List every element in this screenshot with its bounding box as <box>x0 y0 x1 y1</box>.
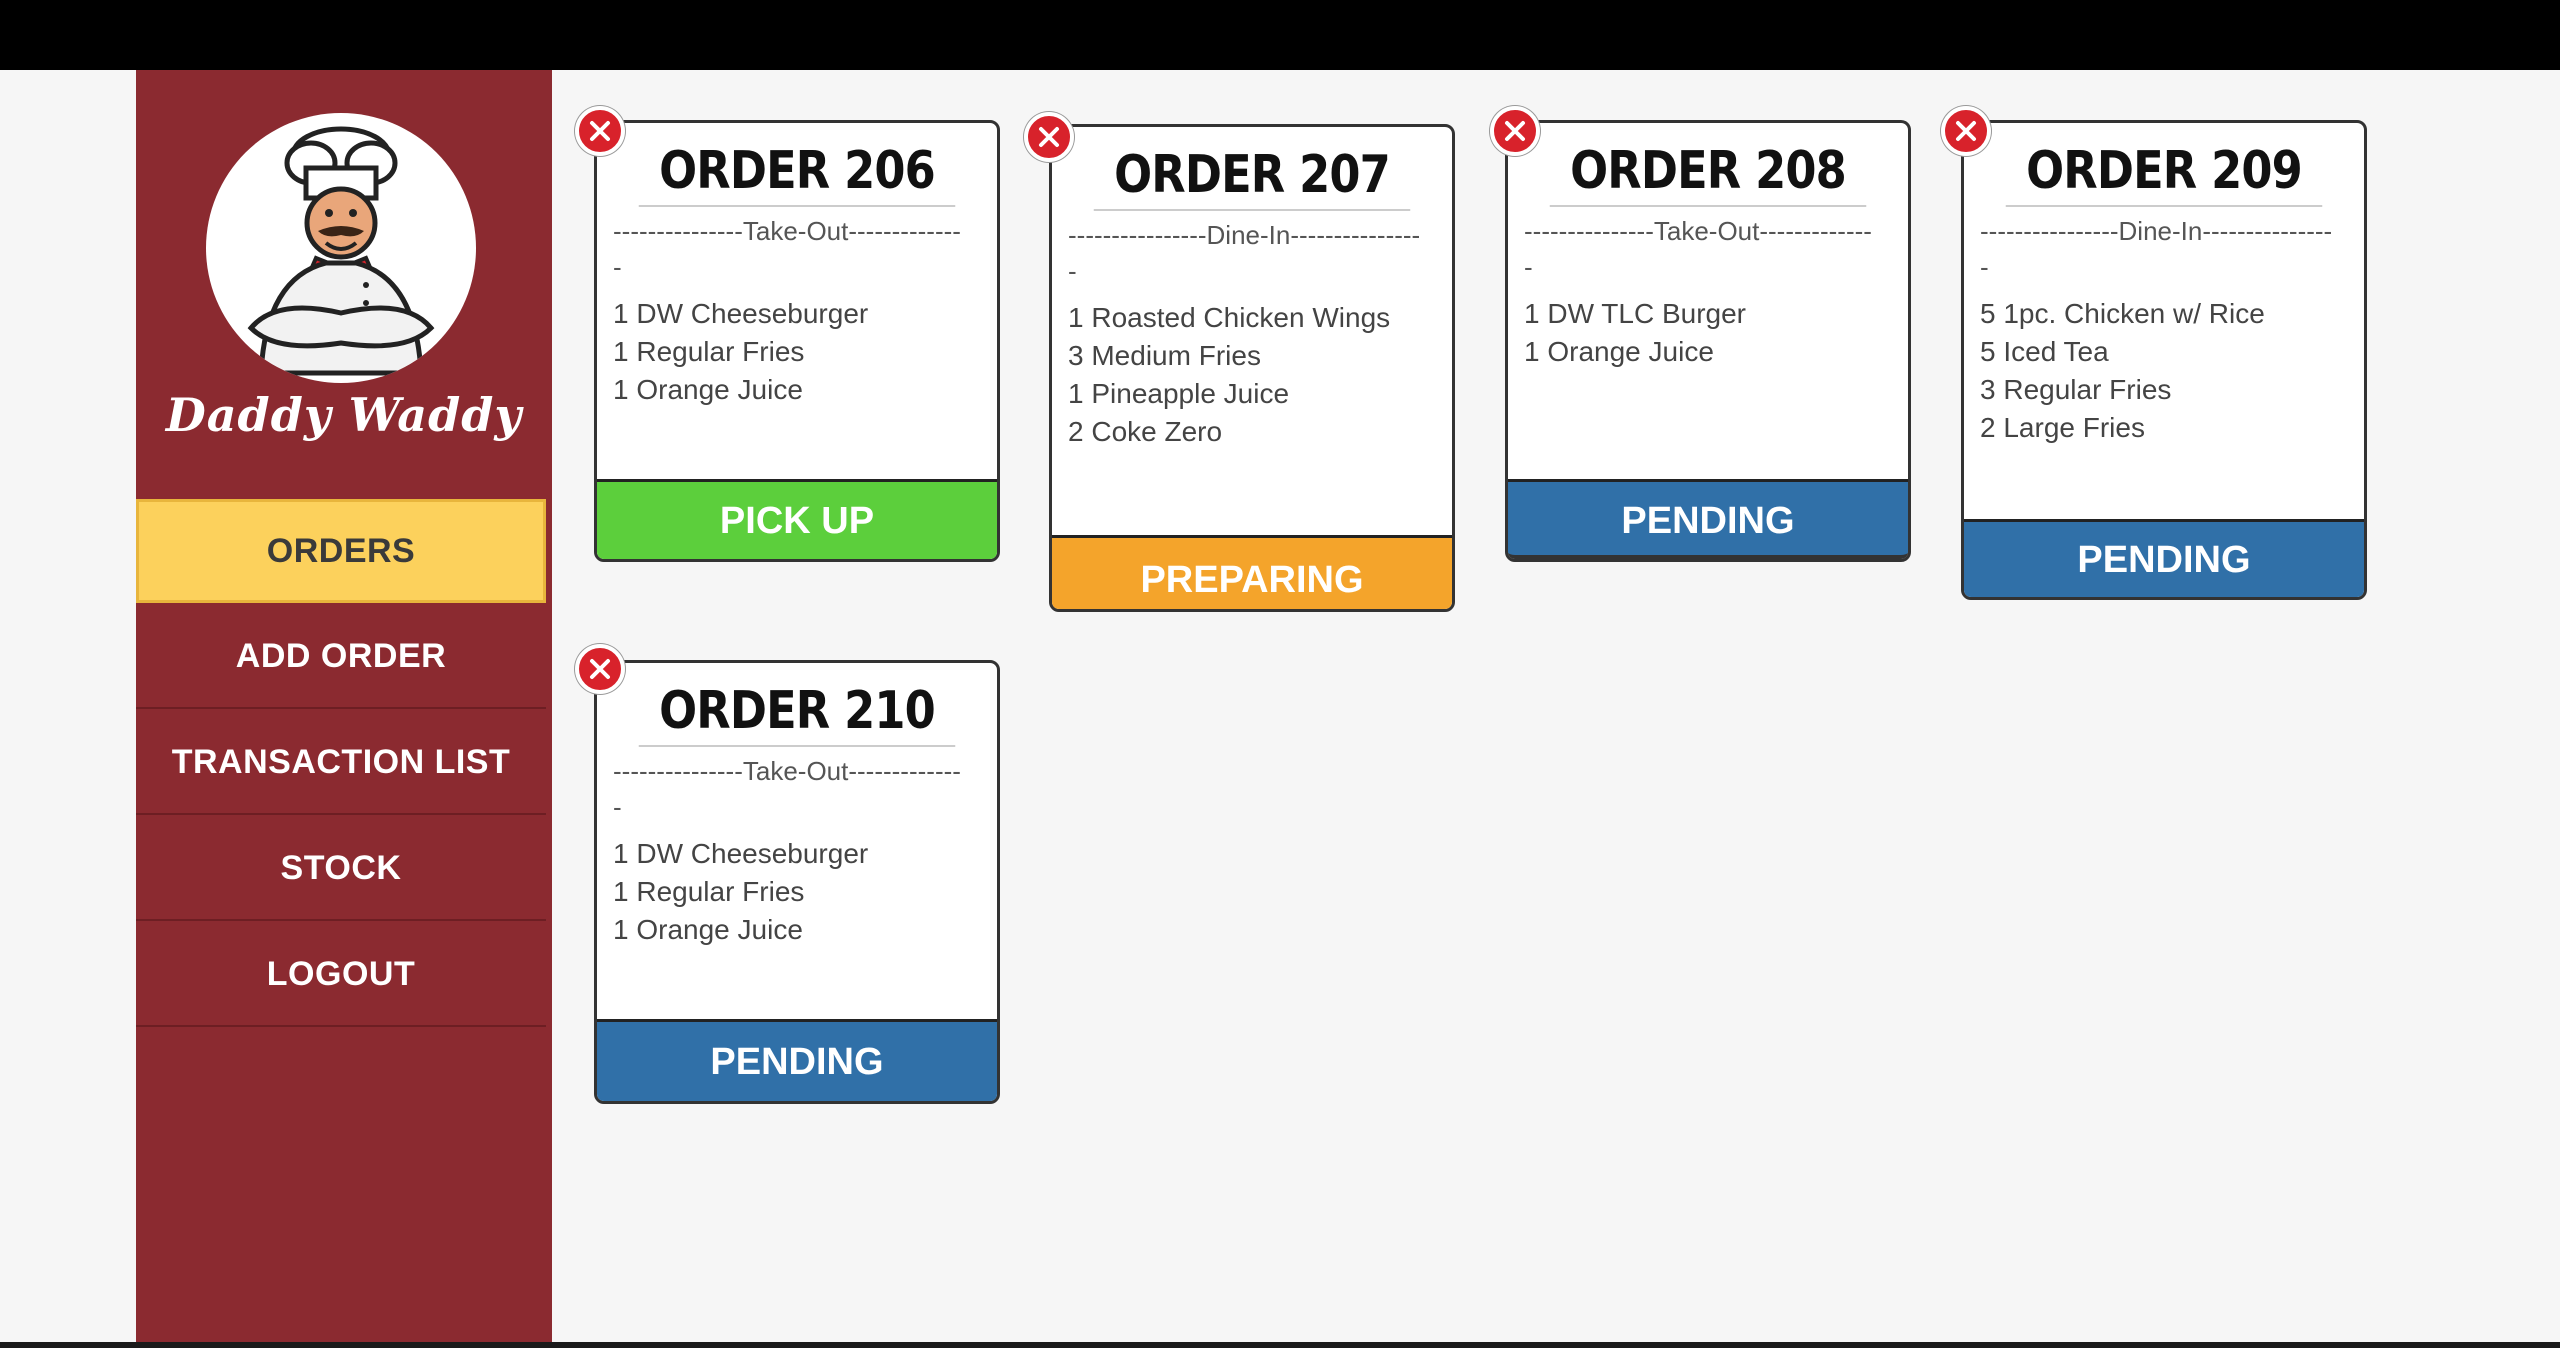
order-type: ---------------Take-Out------------- <box>613 756 961 786</box>
order-card: ORDER 206 ---------------Take-Out-------… <box>594 120 1000 562</box>
nav-item-orders[interactable]: ORDERS <box>136 499 546 603</box>
delete-order-button[interactable] <box>575 106 625 156</box>
order-item: 1 Orange Juice <box>613 914 803 945</box>
order-title: ORDER 210 <box>638 681 956 747</box>
delete-order-button[interactable] <box>1941 106 1991 156</box>
order-card: ORDER 210 ---------------Take-Out-------… <box>594 660 1000 1104</box>
order-card: ORDER 209 ----------------Dine-In-------… <box>1961 120 2367 600</box>
order-item: 1 DW Cheeseburger <box>613 298 869 329</box>
order-item: 5 Iced Tea <box>1980 336 2109 367</box>
delete-order-button[interactable] <box>1024 112 1074 162</box>
order-item: 5 1pc. Chicken w/ Rice <box>1980 298 2265 329</box>
status-button[interactable]: PENDING <box>1964 519 2364 597</box>
status-button[interactable]: PICK UP <box>597 479 997 559</box>
order-card: ORDER 208 ---------------Take-Out-------… <box>1505 120 1911 562</box>
order-title: ORDER 206 <box>638 141 956 207</box>
order-item: 2 Large Fries <box>1980 412 2145 443</box>
order-type: ----------------Dine-In--------------- <box>1068 220 1421 250</box>
order-items: 1 Roasted Chicken Wings 3 Medium Fries 1… <box>1068 299 1438 451</box>
order-item: 3 Medium Fries <box>1068 340 1261 371</box>
order-item: 1 Orange Juice <box>1524 336 1714 367</box>
chef-mascot-icon <box>247 126 435 376</box>
order-type-tail: - <box>1980 252 1989 282</box>
close-icon <box>1956 121 1976 141</box>
order-item: 1 Regular Fries <box>613 336 805 367</box>
nav-item-stock[interactable]: STOCK <box>136 817 546 921</box>
order-item: 1 Regular Fries <box>613 876 805 907</box>
order-type: ---------------Take-Out------------- <box>1524 216 1872 246</box>
order-type: ----------------Dine-In--------------- <box>1980 216 2333 246</box>
order-item: 3 Regular Fries <box>1980 374 2172 405</box>
close-icon <box>1039 127 1059 147</box>
order-item: 1 Pineapple Juice <box>1068 378 1290 409</box>
app-window: Daddy Waddy ORDERS ADD ORDER TRANSACTION… <box>0 70 2560 1342</box>
order-card: ORDER 207 ----------------Dine-In-------… <box>1049 124 1455 612</box>
order-item: 2 Coke Zero <box>1068 416 1223 447</box>
nav-item-add-order[interactable]: ADD ORDER <box>136 605 546 709</box>
order-item: 1 DW TLC Burger <box>1524 298 1746 329</box>
order-items: 5 1pc. Chicken w/ Rice 5 Iced Tea 3 Regu… <box>1980 295 2350 447</box>
status-bar-top <box>1052 535 1452 569</box>
order-title: ORDER 207 <box>1093 145 1411 211</box>
order-title: ORDER 208 <box>1549 141 1867 207</box>
order-type-tail: - <box>613 252 622 282</box>
nav-item-transaction-list[interactable]: TRANSACTION LIST <box>136 711 546 815</box>
close-icon <box>1505 121 1525 141</box>
status-button[interactable]: PENDING <box>1508 479 1908 559</box>
order-title: ORDER 209 <box>2005 141 2323 207</box>
status-button[interactable]: PREPARING <box>1052 565 1452 609</box>
order-type-tail: - <box>1068 256 1077 286</box>
order-type-tail: - <box>1524 252 1533 282</box>
bottom-edge <box>0 1342 2560 1348</box>
order-item: 1 DW Cheeseburger <box>613 838 869 869</box>
close-icon <box>590 659 610 679</box>
sidebar: Daddy Waddy ORDERS ADD ORDER TRANSACTION… <box>136 70 552 1342</box>
order-items: 1 DW Cheeseburger 1 Regular Fries 1 Oran… <box>613 835 983 949</box>
order-type-tail: - <box>613 792 622 822</box>
close-icon <box>590 121 610 141</box>
delete-order-button[interactable] <box>1490 106 1540 156</box>
brand-name: Daddy Waddy <box>165 388 523 442</box>
order-item: 1 Orange Juice <box>613 374 803 405</box>
order-type: ---------------Take-Out------------- <box>613 216 961 246</box>
nav-item-logout[interactable]: LOGOUT <box>136 923 546 1027</box>
order-item: 1 Roasted Chicken Wings <box>1068 302 1391 333</box>
delete-order-button[interactable] <box>575 644 625 694</box>
chef-logo <box>206 113 476 383</box>
status-button[interactable]: PENDING <box>597 1019 997 1101</box>
order-items: 1 DW Cheeseburger 1 Regular Fries 1 Oran… <box>613 295 983 409</box>
order-items: 1 DW TLC Burger 1 Orange Juice <box>1524 295 1894 371</box>
